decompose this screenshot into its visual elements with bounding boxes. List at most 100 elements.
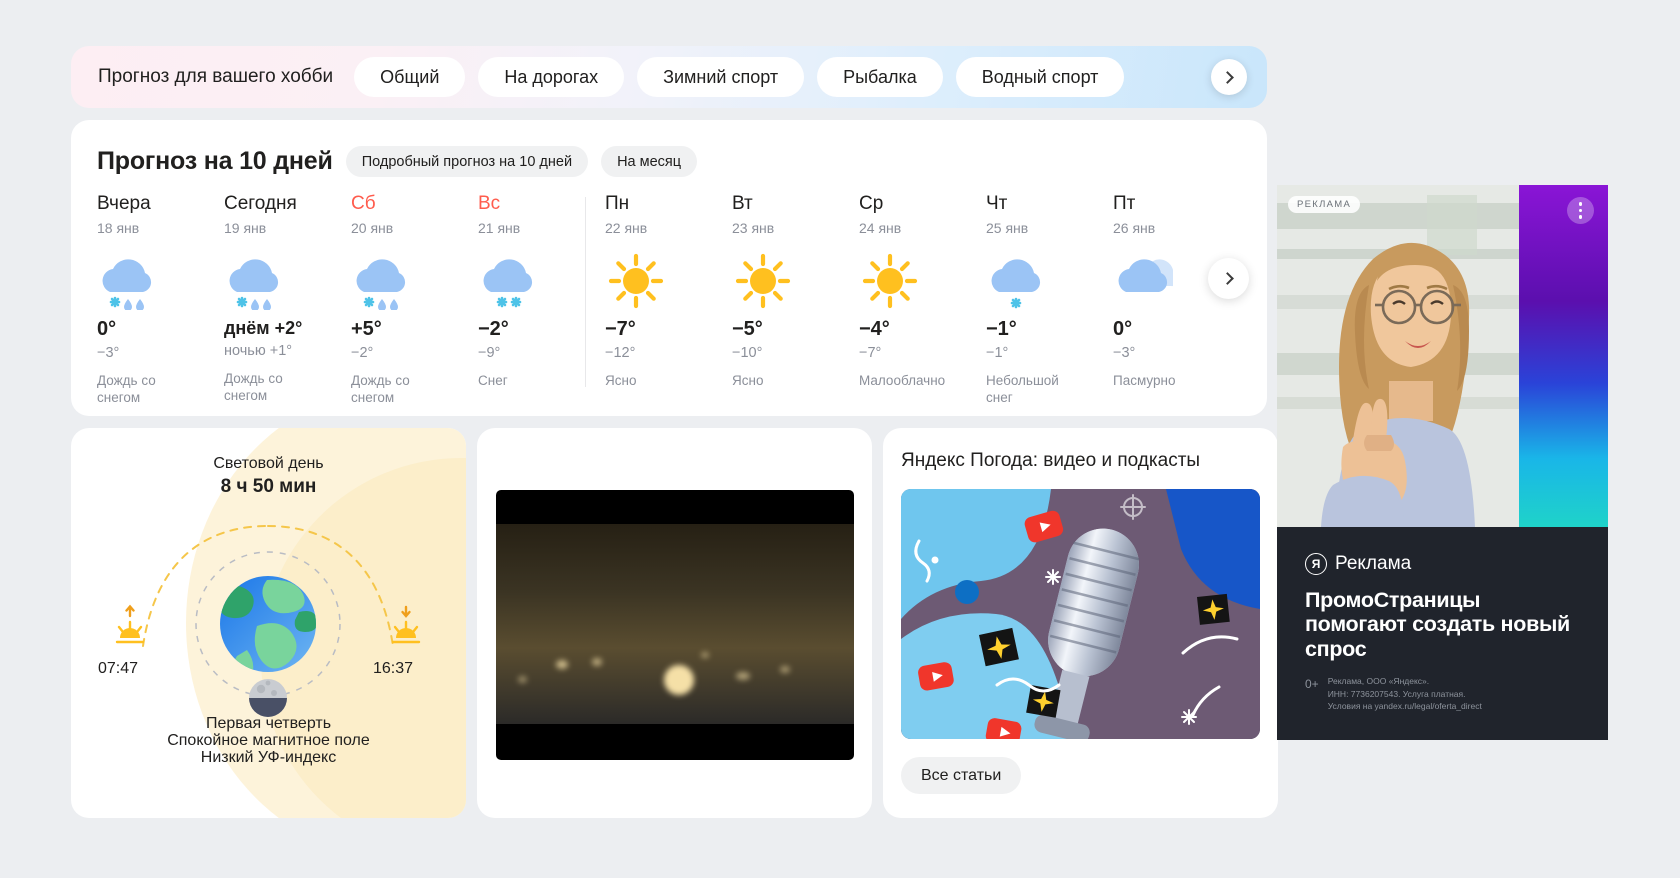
day-temp-high: −2° bbox=[478, 318, 509, 340]
day-temp-low: −7° bbox=[859, 345, 882, 361]
day-temp-high: −4° bbox=[859, 318, 890, 340]
ad-disclaimer-row: 0+ Реклама, ООО «Яндекс». ИНН: 773620754… bbox=[1305, 675, 1580, 713]
ad-text-block: Я Реклама ПромоСтраницы помогают создать… bbox=[1277, 527, 1608, 740]
moon-first-quarter-icon bbox=[249, 679, 287, 717]
day-name: Пн bbox=[605, 193, 630, 214]
day-temp-high: −7° bbox=[605, 318, 636, 340]
light-glow bbox=[556, 660, 568, 669]
forecast-day-column[interactable]: Чт 25 янв −1° −1° Небольшой снег bbox=[960, 193, 1087, 407]
three-dots-icon[interactable] bbox=[1567, 197, 1594, 224]
day-temp-low: −12° bbox=[605, 345, 636, 361]
day-temp-low: −1° bbox=[986, 345, 1009, 361]
day-temp-low: −3° bbox=[97, 345, 120, 361]
hobby-chip-general[interactable]: Общий bbox=[354, 57, 466, 97]
detailed-forecast-button[interactable]: Подробный прогноз на 10 дней bbox=[345, 146, 589, 177]
webcam-video-card[interactable] bbox=[477, 428, 872, 818]
chevron-right-icon bbox=[1221, 70, 1234, 84]
weather-page: Прогноз для вашего хобби Общий На дорога… bbox=[0, 0, 1680, 878]
day-name: Вт bbox=[732, 193, 753, 214]
forecast-days-row: Вчера 18 янв 0° −3° Дождь со снегом Сегодня 19… bbox=[71, 177, 1267, 407]
day-temp-low: −3° bbox=[1113, 345, 1136, 361]
day-temp-high: −5° bbox=[732, 318, 763, 340]
ad-brand-name: Реклама bbox=[1335, 553, 1412, 574]
day-temp-low: ночью +1° bbox=[224, 343, 293, 359]
day-condition: Дождь со снегом bbox=[351, 373, 410, 405]
podcast-card: Яндекс Погода: видео и подкасты Все стат… bbox=[883, 428, 1278, 818]
day-weather-icon bbox=[734, 250, 833, 312]
snow-cloud-icon bbox=[483, 259, 533, 308]
earth-globe-icon bbox=[220, 576, 316, 672]
ad-label-badge: РЕКЛАМА bbox=[1288, 196, 1361, 213]
day-name: Вс bbox=[478, 193, 501, 214]
day-weather-icon bbox=[480, 250, 579, 312]
podcast-title: Яндекс Погода: видео и подкасты bbox=[901, 450, 1201, 471]
day-date: 24 янв bbox=[859, 220, 902, 236]
light-snow-cloud-icon bbox=[991, 259, 1041, 309]
all-articles-button[interactable]: Все статьи bbox=[901, 757, 1022, 794]
hobby-chip-roads[interactable]: На дорогах bbox=[478, 57, 625, 97]
daylight-diagram-svg bbox=[115, 525, 421, 717]
day-condition: Снег bbox=[478, 373, 508, 388]
sunset-time: 16:37 bbox=[373, 660, 414, 677]
light-glow bbox=[518, 676, 527, 683]
ad-headline: ПромоСтраницы помогают создать новый спр… bbox=[1305, 588, 1570, 661]
sunrise-time: 07:47 bbox=[98, 660, 139, 677]
day-date: 19 янв bbox=[224, 220, 267, 236]
hobby-bar-label: Прогноз для вашего хобби bbox=[98, 66, 334, 87]
forecast-day-column[interactable]: Сегодня 19 янв днём +2° ночью +1° Дождь со с… bbox=[198, 193, 325, 407]
webcam-thumbnail[interactable] bbox=[496, 490, 854, 760]
day-weather-icon bbox=[226, 250, 325, 312]
forecast-day-column[interactable]: Пн 22 янв −7° −12° Ясно bbox=[579, 193, 706, 407]
light-glow bbox=[664, 665, 694, 695]
forecast-day-column[interactable]: Вт 23 янв −5° −10° Ясно bbox=[706, 193, 833, 407]
advertisement-banner[interactable]: РЕКЛАМА Я Реклама ПромоСтраницы помогают… bbox=[1277, 185, 1608, 740]
forecast-title: Прогноз на 10 дней bbox=[97, 147, 333, 175]
yandex-logo-icon: Я bbox=[1305, 553, 1327, 575]
day-weather-icon bbox=[353, 250, 452, 312]
forecast-day-column[interactable]: Вчера 18 янв 0° −3° Дождь со снегом bbox=[71, 193, 198, 407]
daylight-value: 8 ч 50 мин bbox=[220, 476, 317, 497]
sun-moon-diagram: 07:47 16:37 bbox=[71, 500, 466, 718]
chevron-right-icon bbox=[1220, 272, 1234, 285]
day-temp-high: +5° bbox=[351, 318, 382, 340]
day-temp-low: −10° bbox=[732, 345, 763, 361]
day-date: 25 янв bbox=[986, 220, 1029, 236]
rain-snow-cloud-icon bbox=[229, 259, 279, 310]
microphone-illustration bbox=[901, 489, 1260, 739]
forecast-day-column[interactable]: Вс 21 янв −2° −9° Снег bbox=[452, 193, 579, 407]
ad-age-rating: 0+ bbox=[1305, 676, 1319, 691]
day-condition: Небольшой снег bbox=[986, 373, 1059, 405]
day-name: Сб bbox=[351, 193, 376, 214]
day-weather-icon bbox=[607, 250, 706, 312]
day-condition: Ясно bbox=[605, 373, 637, 388]
day-date: 18 янв bbox=[97, 220, 140, 236]
hobby-chip-fishing[interactable]: Рыбалка bbox=[817, 57, 943, 97]
ad-photo bbox=[1277, 185, 1519, 527]
forecast-day-column[interactable]: Сб 20 янв +5° −2° Дождь со снегом bbox=[325, 193, 452, 407]
hobby-chip-water-sport[interactable]: Водный спорт bbox=[955, 57, 1125, 97]
person-peace-sign-photo bbox=[1277, 185, 1519, 527]
daylight-card: Световой день 8 ч 50 мин 07:47 16:37 Пер… bbox=[71, 428, 466, 818]
day-name: Сегодня bbox=[224, 193, 297, 214]
forecast-next-button[interactable] bbox=[1208, 258, 1249, 299]
hobby-forecast-bar: Прогноз для вашего хобби Общий На дорога… bbox=[71, 46, 1267, 108]
day-name: Пт bbox=[1113, 193, 1136, 214]
day-condition: Малооблачно bbox=[859, 373, 946, 388]
ad-disclaimer-text: Реклама, ООО «Яндекс». ИНН: 7736207543. … bbox=[1327, 675, 1482, 712]
day-date: 22 янв bbox=[605, 220, 648, 236]
ad-brand: Я Реклама bbox=[1305, 553, 1580, 575]
daylight-content: Световой день 8 ч 50 мин 07:47 16:37 Пер… bbox=[71, 428, 466, 770]
podcast-artwork[interactable] bbox=[901, 489, 1260, 739]
day-temp-high: 0° bbox=[1113, 318, 1133, 340]
hobby-next-button[interactable] bbox=[1211, 59, 1247, 95]
overcast-icon bbox=[1118, 259, 1173, 292]
forecast-day-column[interactable]: Ср 24 янв −4° −7° Малооблачно bbox=[833, 193, 960, 407]
forecast-day-column[interactable]: Пт 26 янв 0° −3° Пасмурно bbox=[1087, 193, 1214, 407]
hobby-chip-winter-sport[interactable]: Зимний спорт bbox=[637, 57, 805, 97]
month-forecast-button[interactable]: На месяц bbox=[601, 146, 698, 177]
day-weather-icon bbox=[988, 250, 1087, 312]
daylight-label: Световой день bbox=[213, 455, 324, 472]
light-glow bbox=[592, 658, 602, 666]
day-temp-high: днём +2° bbox=[224, 318, 303, 338]
day-date: 26 янв bbox=[1113, 220, 1156, 236]
